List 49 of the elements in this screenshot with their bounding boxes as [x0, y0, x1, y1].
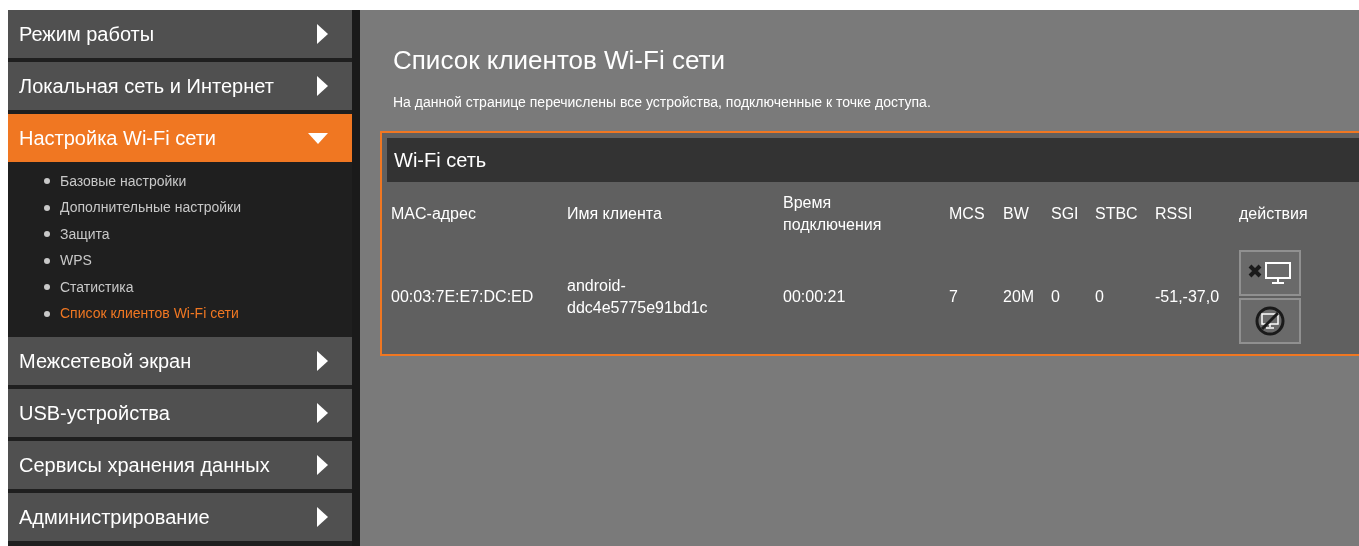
column-header: Время подключения	[783, 193, 883, 235]
block-button[interactable]	[1239, 298, 1301, 344]
caret-down-icon	[308, 132, 328, 144]
column-header: BW	[1003, 204, 1030, 224]
sidebar-item[interactable]: Режим работы	[8, 10, 352, 58]
caret-right-icon	[317, 403, 328, 423]
submenu-item[interactable]: Защита	[60, 223, 110, 245]
bullet-icon	[44, 204, 50, 211]
caret-right-icon	[317, 455, 328, 475]
sidebar-item[interactable]: Администрирование	[8, 493, 352, 541]
table-cell-text: -51,-37,0	[1155, 287, 1221, 307]
table-cell-text: 00:00:21	[783, 287, 847, 307]
table-cell-text: 7	[949, 287, 959, 307]
table-cell-text: 00:03:7E:E7:DC:ED	[391, 287, 535, 307]
remove-monitor-icon	[1248, 260, 1292, 286]
caret-right-icon	[317, 24, 328, 44]
submenu-item[interactable]: Статистика	[60, 276, 134, 298]
panel-title: Wi-Fi сеть	[394, 148, 487, 173]
submenu-item[interactable]: Базовые настройки	[60, 170, 187, 192]
bullet-icon	[44, 257, 50, 264]
page-title: Список клиентов Wi-Fi сети	[393, 44, 726, 77]
bullet-icon	[44, 178, 50, 185]
bullet-icon	[44, 284, 50, 291]
column-header: STBC	[1095, 204, 1139, 224]
column-header: MCS	[949, 204, 986, 224]
table-cell-text: android-ddc4e5775e91bd1c	[567, 276, 709, 318]
sidebar-item[interactable]: Сервисы хранения данных	[8, 441, 352, 489]
sidebar-item[interactable]: Локальная сеть и Интернет	[8, 62, 352, 110]
submenu-item[interactable]: WPS	[60, 250, 92, 272]
bullet-icon	[44, 310, 50, 317]
column-header: RSSI	[1155, 204, 1194, 224]
disconnect-button[interactable]	[1239, 250, 1301, 296]
column-header: Имя клиента	[567, 204, 663, 224]
column-header: SGI	[1051, 204, 1080, 224]
caret-right-icon	[317, 507, 328, 527]
column-header: действия	[1239, 204, 1309, 224]
caret-right-icon	[317, 76, 328, 96]
table-cell-text: 0	[1051, 287, 1061, 307]
column-header: MAC-адрес	[391, 204, 477, 224]
table-cell-text: 0	[1095, 287, 1105, 307]
sidebar-item[interactable]: Межсетевой экран	[8, 337, 352, 385]
sidebar-item[interactable]: USB-устройства	[8, 389, 352, 437]
blocked-monitor-icon	[1254, 305, 1286, 337]
table-cell-text: 20M	[1003, 287, 1036, 307]
submenu-item[interactable]: Дополнительные настройки	[60, 197, 241, 219]
caret-right-icon	[317, 351, 328, 371]
page-description: На данной странице перечислены все устройства, подключенные к точке доступа.	[393, 93, 932, 112]
bullet-icon	[44, 231, 50, 238]
submenu-item[interactable]: Список клиентов Wi-Fi сети	[60, 303, 239, 325]
